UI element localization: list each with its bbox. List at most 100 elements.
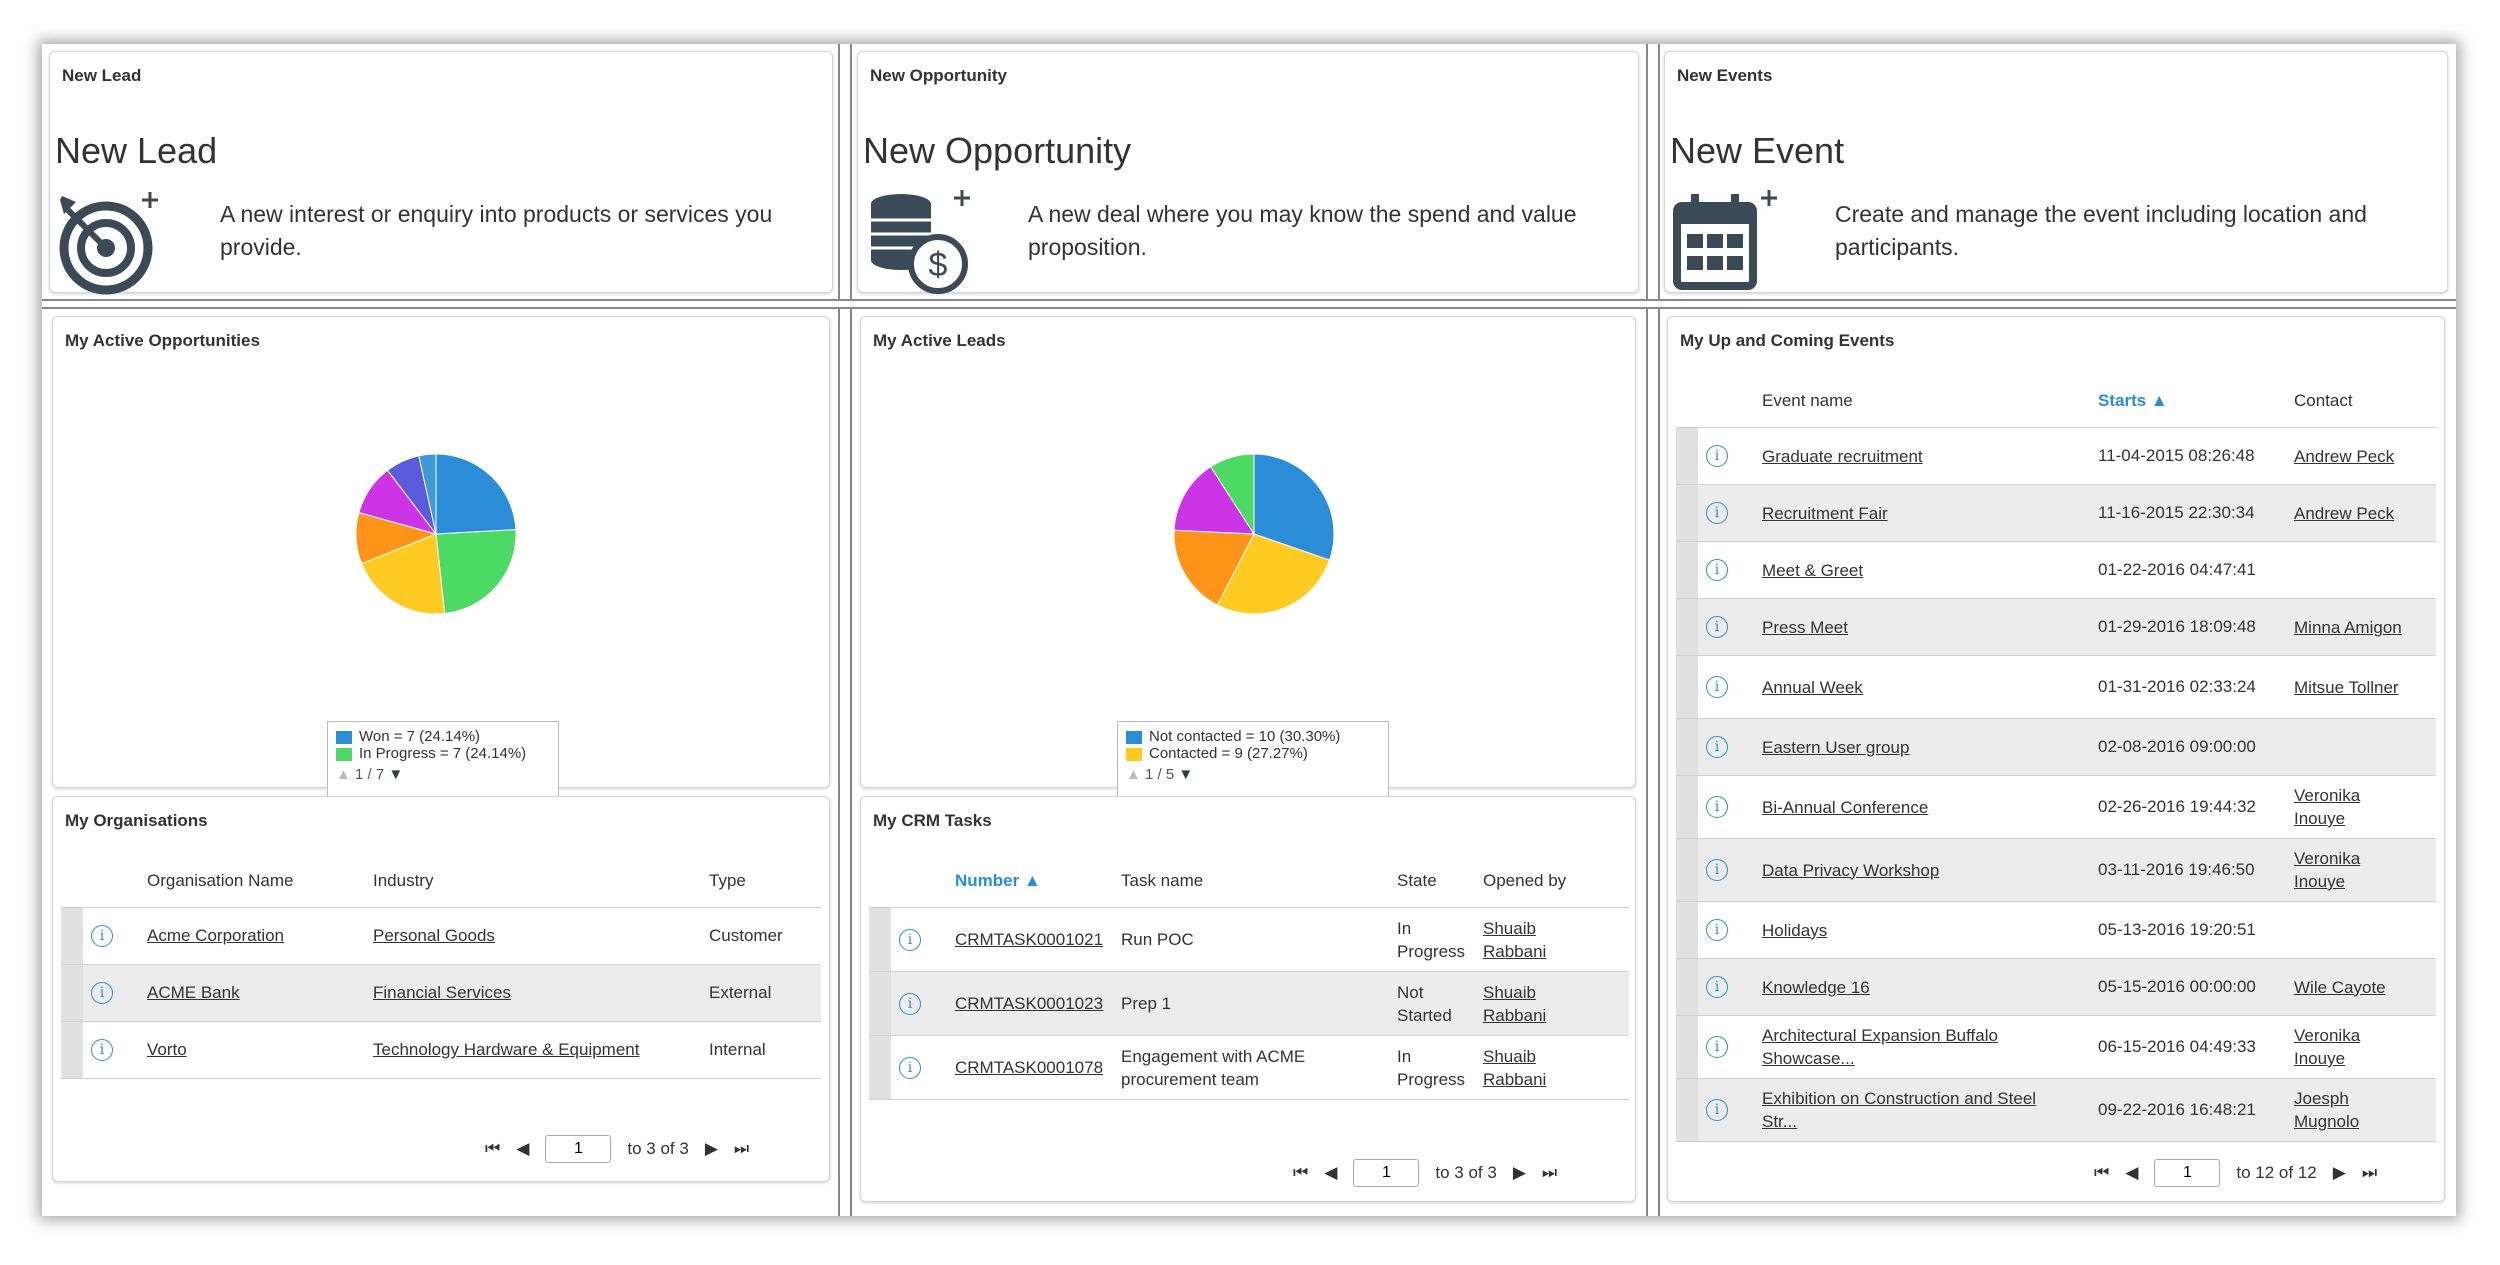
column-header-organisation-name[interactable]: Organisation Name [139,855,365,908]
opened-by-link[interactable]: Shuaib Rabbani [1483,1045,1553,1091]
column-header-contact[interactable]: Contact [2286,375,2436,428]
info-icon[interactable]: i [899,1056,921,1079]
contact-link[interactable]: Andrew Peck [2294,502,2414,525]
legend-down-icon[interactable]: ▼ [388,766,403,783]
organisation-link[interactable]: ACME Bank [147,983,240,1002]
column-header-type[interactable]: Type [701,855,821,908]
table-row[interactable]: i CRMTASK0001078 Engagement with ACME proc… [869,1035,1629,1100]
column-header-starts[interactable]: Starts ▲ [2090,375,2286,428]
contact-link[interactable]: Andrew Peck [2294,445,2414,468]
new-lead-card[interactable]: New Lead New Lead A new interest or enqu… [49,51,833,295]
table-row[interactable]: i Holidays 05-13-2016 19:20:51 [1676,901,2436,959]
first-page-button[interactable]: ⏮ [485,1139,500,1159]
prev-page-button[interactable]: ◀ [2125,1163,2138,1183]
event-link[interactable]: Press Meet [1762,616,1848,639]
industry-link[interactable]: Financial Services [373,983,511,1002]
opened-by-link[interactable]: Shuaib Rabbani [1483,981,1553,1027]
row-handle[interactable] [869,1035,891,1100]
info-icon[interactable]: i [1706,445,1728,467]
info-icon[interactable]: i [1706,1099,1728,1121]
organisation-link[interactable]: Vorto [147,1040,187,1059]
industry-link[interactable]: Personal Goods [373,926,495,945]
column-header-event-name[interactable]: Event name [1754,375,2090,428]
table-row[interactable]: i Vorto Technology Hardware & Equipment Int… [61,1021,821,1079]
event-link[interactable]: Meet & Greet [1762,559,1863,582]
contact-link[interactable]: Wile Cayote [2294,976,2414,999]
contact-link[interactable]: Veronika Inouye [2294,784,2414,830]
info-icon[interactable]: i [91,982,113,1004]
table-row[interactable]: i Eastern User group 02-08-2016 09:00:00 [1676,718,2436,776]
row-handle[interactable] [1676,427,1698,485]
opportunities-pie-chart[interactable] [354,452,518,616]
next-page-button[interactable]: ▶ [705,1139,718,1159]
table-row[interactable]: i ACME Bank Financial Services External [61,964,821,1022]
column-header-state[interactable]: State [1389,855,1475,908]
table-row[interactable]: i Bi-Annual Conference 02-26-2016 19:44:32… [1676,775,2436,839]
row-handle[interactable] [1676,598,1698,656]
info-icon[interactable]: i [1706,676,1728,698]
contact-link[interactable]: Veronika Inouye [2294,847,2414,893]
row-handle[interactable] [1676,655,1698,719]
next-page-button[interactable]: ▶ [2333,1163,2346,1183]
info-icon[interactable]: i [1706,616,1728,638]
table-row[interactable]: i Knowledge 16 05-15-2016 00:00:00 Wile Cay… [1676,958,2436,1016]
legend-up-icon[interactable]: ▲ [1126,766,1141,783]
pie-slice[interactable] [435,529,517,615]
target-add-icon[interactable] [58,188,168,298]
coins-add-icon[interactable]: $ [866,188,976,298]
event-link[interactable]: Knowledge 16 [1762,976,1870,999]
last-page-button[interactable]: ⏭ [2362,1163,2377,1183]
legend-down-icon[interactable]: ▼ [1178,766,1193,783]
prev-page-button[interactable]: ◀ [1324,1163,1337,1183]
table-row[interactable]: i Exhibition on Construction and Steel St… [1676,1078,2436,1142]
row-handle[interactable] [1676,718,1698,776]
row-handle[interactable] [1676,958,1698,1016]
row-handle[interactable] [1676,775,1698,839]
column-header-task-name[interactable]: Task name [1113,855,1389,908]
column-header-industry[interactable]: Industry [365,855,701,908]
last-page-button[interactable]: ⏭ [1542,1163,1557,1183]
info-icon[interactable]: i [1706,796,1728,818]
prev-page-button[interactable]: ◀ [516,1139,529,1159]
pie-slice[interactable] [435,453,517,535]
page-number-input[interactable] [1353,1159,1420,1187]
event-link[interactable]: Graduate recruitment [1762,445,1923,468]
event-link[interactable]: Holidays [1762,919,1827,942]
info-icon[interactable]: i [1706,559,1728,581]
hero-title[interactable]: New Event [1670,130,1844,172]
info-icon[interactable]: i [1706,1036,1728,1058]
table-row[interactable]: i Architectural Expansion Buffalo Showcas… [1676,1015,2436,1079]
table-row[interactable]: i Graduate recruitment 11-04-2015 08:26:48… [1676,427,2436,485]
row-handle[interactable] [869,971,891,1036]
info-icon[interactable]: i [1706,976,1728,998]
event-link[interactable]: Bi-Annual Conference [1762,796,1928,819]
column-header-number[interactable]: Number ▲ [947,855,1113,908]
row-handle[interactable] [1676,1015,1698,1079]
industry-link[interactable]: Technology Hardware & Equipment [373,1040,639,1059]
info-icon[interactable]: i [91,1039,113,1061]
calendar-add-icon[interactable] [1673,188,1783,298]
table-row[interactable]: i Recruitment Fair 11-16-2015 22:30:34 Andr… [1676,484,2436,542]
hero-title[interactable]: New Opportunity [863,130,1131,172]
opened-by-link[interactable]: Shuaib Rabbani [1483,917,1553,963]
row-handle[interactable] [61,1021,83,1079]
first-page-button[interactable]: ⏮ [2094,1163,2109,1183]
task-number-link[interactable]: CRMTASK0001078 [955,1058,1103,1077]
table-row[interactable]: i CRMTASK0001023 Prep 1 Not Started Shuaib R… [869,971,1629,1036]
event-link[interactable]: Architectural Expansion Buffalo Showcase… [1762,1024,2072,1070]
row-handle[interactable] [61,964,83,1022]
row-handle[interactable] [1676,1078,1698,1142]
hero-title[interactable]: New Lead [55,130,217,172]
last-page-button[interactable]: ⏭ [734,1139,749,1159]
first-page-button[interactable]: ⏮ [1293,1163,1308,1183]
event-link[interactable]: Annual Week [1762,676,1863,699]
row-handle[interactable] [1676,838,1698,902]
info-icon[interactable]: i [899,928,921,951]
contact-link[interactable]: Minna Amigon [2294,616,2414,639]
info-icon[interactable]: i [91,925,113,947]
row-handle[interactable] [61,907,83,965]
row-handle[interactable] [1676,901,1698,959]
next-page-button[interactable]: ▶ [1513,1163,1526,1183]
table-row[interactable]: i Annual Week 01-31-2016 02:33:24 Mitsue To… [1676,655,2436,719]
new-events-card[interactable]: New Events New Event Create and manage t… [1664,51,2448,293]
